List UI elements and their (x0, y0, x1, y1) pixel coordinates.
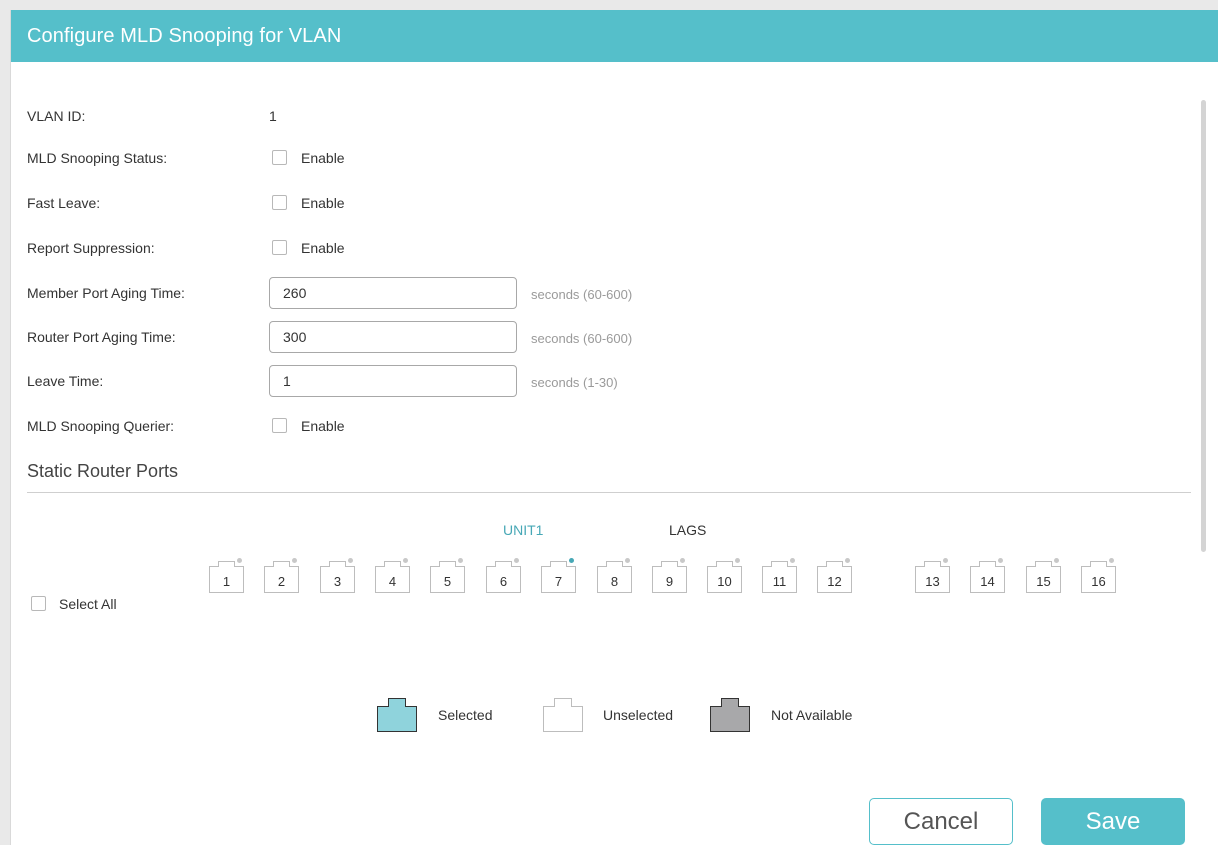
port-number: 13 (925, 574, 940, 589)
port-link-indicator (569, 558, 574, 563)
port-link-indicator (292, 558, 297, 563)
mld-status-enable-label[interactable]: Enable (301, 150, 345, 166)
port-15[interactable]: 15 (1026, 557, 1061, 593)
router-aging-label: Router Port Aging Time: (27, 329, 176, 345)
port-11[interactable]: 11 (762, 557, 797, 593)
port-link-indicator (1109, 558, 1114, 563)
port-6[interactable]: 6 (486, 557, 521, 593)
mld-vlan-dialog: Configure MLD Snooping for VLAN VLAN ID:… (10, 10, 1218, 845)
port-number: 7 (554, 574, 563, 589)
fast-leave-checkbox[interactable] (272, 195, 287, 210)
querier-enable-label[interactable]: Enable (301, 418, 345, 434)
port-link-indicator (845, 558, 850, 563)
port-number: 16 (1091, 574, 1106, 589)
mld-status-label: MLD Snooping Status: (27, 150, 168, 166)
port-7[interactable]: 7 (541, 557, 576, 593)
port-number: 3 (333, 574, 342, 589)
port-number: 11 (772, 574, 787, 589)
member-aging-input[interactable] (269, 277, 517, 309)
port-13[interactable]: 13 (915, 557, 950, 593)
vlan-id-label: VLAN ID: (27, 108, 86, 124)
port-2[interactable]: 2 (264, 557, 299, 593)
port-14[interactable]: 14 (970, 557, 1005, 593)
not-available-legend-label: Not Available (771, 707, 853, 723)
port-number: 15 (1036, 574, 1051, 589)
port-link-indicator (790, 558, 795, 563)
select-all-checkbox[interactable] (31, 596, 46, 611)
port-16[interactable]: 16 (1081, 557, 1116, 593)
port-number: 8 (610, 574, 619, 589)
section-divider (27, 492, 1191, 493)
port-link-indicator (943, 558, 948, 563)
port-4[interactable]: 4 (375, 557, 410, 593)
port-number: 6 (499, 574, 508, 589)
fast-leave-enable-label[interactable]: Enable (301, 195, 345, 211)
cancel-button[interactable]: Cancel (869, 798, 1013, 845)
port-number: 9 (665, 574, 674, 589)
unselected-legend-icon (543, 698, 583, 737)
selected-legend-icon (377, 698, 417, 737)
port-link-indicator (403, 558, 408, 563)
router-aging-input[interactable] (269, 321, 517, 353)
member-aging-hint: seconds (60-600) (531, 287, 633, 302)
querier-checkbox[interactable] (272, 418, 287, 433)
port-link-indicator (514, 558, 519, 563)
port-9[interactable]: 9 (652, 557, 687, 593)
leave-time-input[interactable] (269, 365, 517, 397)
port-link-indicator (1054, 558, 1059, 563)
dialog-titlebar: Configure MLD Snooping for VLAN (11, 10, 1218, 62)
port-link-indicator (680, 558, 685, 563)
port-number: 5 (443, 574, 452, 589)
vlan-id-value: 1 (269, 108, 277, 124)
tab-unit1[interactable]: UNIT1 (503, 522, 543, 538)
port-number: 1 (222, 574, 231, 589)
vertical-scrollbar[interactable] (1201, 100, 1206, 552)
select-all-label[interactable]: Select All (59, 596, 117, 612)
port-link-indicator (625, 558, 630, 563)
router-aging-hint: seconds (60-600) (531, 331, 633, 346)
tab-lags[interactable]: LAGS (669, 522, 706, 538)
port-3[interactable]: 3 (320, 557, 355, 593)
port-1[interactable]: 1 (209, 557, 244, 593)
port-12[interactable]: 12 (817, 557, 852, 593)
unselected-legend-label: Unselected (603, 707, 674, 723)
fast-leave-label: Fast Leave: (27, 195, 101, 211)
querier-label: MLD Snooping Querier: (27, 418, 175, 434)
not-available-legend-icon (710, 698, 750, 737)
port-link-indicator (735, 558, 740, 563)
dialog-title: Configure MLD Snooping for VLAN (27, 25, 342, 47)
mld-status-checkbox[interactable] (272, 150, 287, 165)
leave-time-label: Leave Time: (27, 373, 104, 389)
selected-legend-label: Selected (438, 707, 493, 723)
leave-time-hint: seconds (1-30) (531, 375, 618, 390)
port-10[interactable]: 10 (707, 557, 742, 593)
port-link-indicator (348, 558, 353, 563)
port-5[interactable]: 5 (430, 557, 465, 593)
port-number: 2 (277, 574, 286, 589)
save-button[interactable]: Save (1041, 798, 1185, 845)
member-aging-label: Member Port Aging Time: (27, 285, 185, 301)
report-suppression-label: Report Suppression: (27, 240, 155, 256)
port-number: 4 (388, 574, 397, 589)
port-8[interactable]: 8 (597, 557, 632, 593)
port-link-indicator (458, 558, 463, 563)
port-link-indicator (237, 558, 242, 563)
port-number: 14 (980, 574, 995, 589)
report-suppression-checkbox[interactable] (272, 240, 287, 255)
port-number: 10 (717, 574, 732, 589)
port-number: 12 (827, 574, 842, 589)
static-router-ports-title: Static Router Ports (27, 461, 179, 481)
report-suppression-enable-label[interactable]: Enable (301, 240, 345, 256)
port-link-indicator (998, 558, 1003, 563)
